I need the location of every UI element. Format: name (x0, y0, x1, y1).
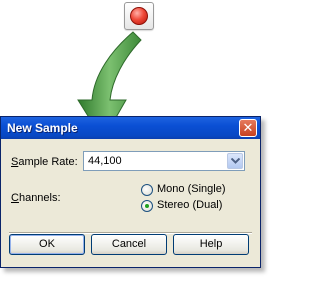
title-bar: New Sample ✕ (1, 117, 260, 139)
channels-label: Channels: (11, 192, 61, 204)
help-button[interactable]: Help (173, 234, 249, 255)
chevron-down-icon (231, 158, 240, 164)
sample-rate-select[interactable]: 44,100 (83, 151, 245, 171)
mono-radio-label: Mono (Single) (157, 183, 226, 195)
radio-circle (141, 184, 153, 196)
close-icon: ✕ (242, 120, 254, 135)
dialog-title: New Sample (7, 121, 78, 135)
close-button[interactable]: ✕ (239, 119, 257, 137)
ok-button[interactable]: OK (9, 234, 85, 255)
new-sample-dialog: New Sample ✕ Sample Rate: 44,100 Channel… (0, 116, 261, 268)
radio-circle (141, 200, 153, 212)
sample-rate-label: Sample Rate: (11, 156, 78, 168)
stereo-radio-label: Stereo (Dual) (157, 199, 223, 211)
cancel-button[interactable]: Cancel (91, 234, 167, 255)
dropdown-button[interactable] (227, 153, 243, 169)
sample-rate-value: 44,100 (88, 155, 122, 167)
